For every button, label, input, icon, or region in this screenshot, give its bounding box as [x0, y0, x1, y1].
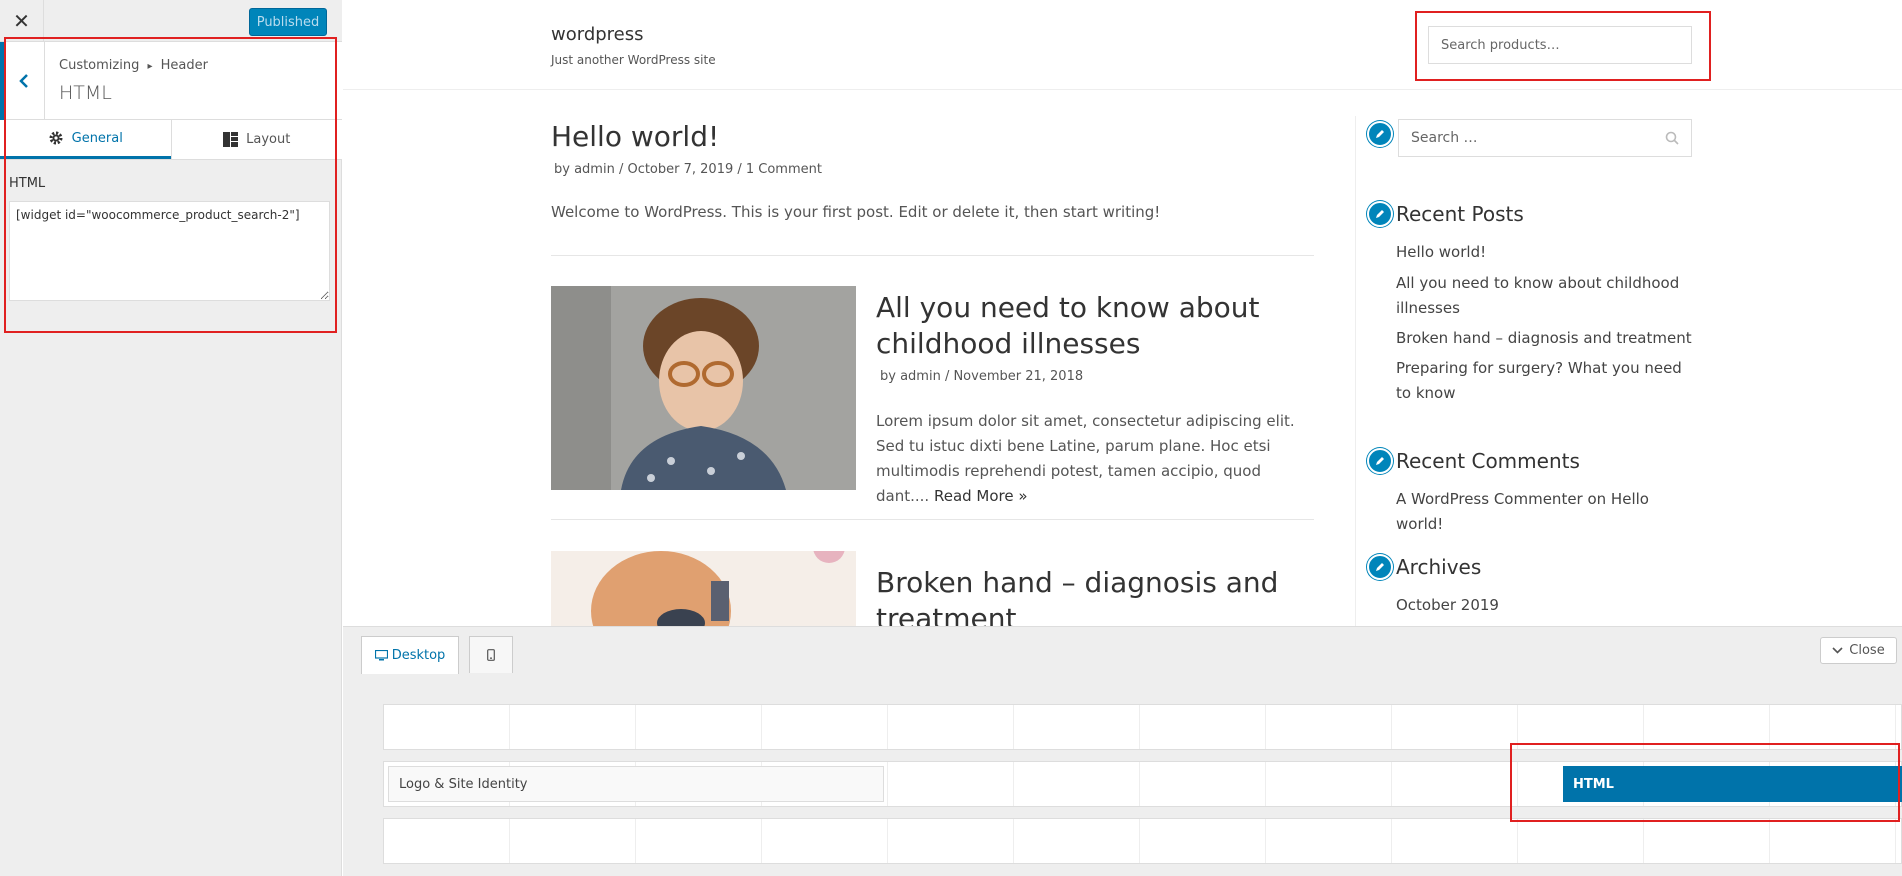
post-title[interactable]: All you need to know about childhood ill… — [876, 290, 1296, 362]
read-more-link[interactable]: Read More » — [934, 487, 1028, 505]
post-excerpt: Welcome to WordPress. This is your first… — [551, 203, 1161, 221]
edit-pencil-icon[interactable] — [1367, 448, 1393, 474]
recent-post-link[interactable]: Hello world! — [1396, 240, 1696, 265]
site-tagline: Just another WordPress site — [551, 53, 716, 67]
post-meta: by admin / October 7, 2019 / 1 Comment — [554, 162, 822, 177]
recent-post-link[interactable]: Preparing for surgery? What you need to … — [1396, 356, 1696, 406]
doctor-photo — [551, 551, 856, 626]
post-title[interactable]: Broken hand – diagnosis and treatment — [876, 565, 1296, 626]
post-excerpt: Lorem ipsum dolor sit amet, consectetur … — [876, 409, 1306, 509]
customizer-header: ✕ Published — [0, 0, 342, 42]
desktop-icon — [374, 650, 388, 661]
sidebar-search-placeholder: Search … — [1411, 130, 1478, 146]
widget-title-archives: Archives — [1396, 555, 1482, 579]
recent-post-link[interactable]: Broken hand – diagnosis and treatment — [1396, 326, 1696, 351]
child-photo — [551, 286, 856, 490]
post-title[interactable]: Hello world! — [551, 120, 719, 153]
edit-pencil-icon[interactable] — [1367, 121, 1393, 147]
content-sidebar-divider — [1355, 116, 1356, 626]
header-divider — [343, 89, 1902, 90]
widget-title-recent-comments: Recent Comments — [1396, 449, 1580, 473]
tab-mobile[interactable] — [469, 636, 513, 673]
post-thumbnail[interactable] — [551, 551, 856, 626]
archive-link[interactable]: October 2019 — [1396, 593, 1696, 618]
post-divider — [551, 519, 1314, 520]
post-thumbnail[interactable] — [551, 286, 856, 490]
chevron-down-icon — [1832, 647, 1843, 654]
close-builder-label: Close — [1849, 643, 1885, 658]
device-tabs: Desktop — [361, 636, 513, 674]
site-preview: wordpress Just another WordPress site Se… — [343, 0, 1902, 626]
edit-pencil-icon[interactable] — [1367, 201, 1393, 227]
close-icon[interactable]: ✕ — [0, 0, 44, 42]
mobile-icon — [487, 649, 495, 661]
edit-pencil-icon[interactable] — [1367, 554, 1393, 580]
post-meta: by admin / November 21, 2018 — [880, 369, 1084, 384]
highlight-box-html-item — [1510, 743, 1900, 822]
recent-post-link[interactable]: All you need to know about childhood ill… — [1396, 271, 1696, 321]
publish-button[interactable]: Published — [249, 8, 327, 36]
builder-row-bottom[interactable] — [383, 818, 1902, 864]
tab-desktop[interactable]: Desktop — [361, 636, 459, 674]
builder-item-logo[interactable]: Logo & Site Identity — [388, 766, 884, 802]
close-builder-button[interactable]: Close — [1820, 637, 1897, 664]
highlight-box-header-search — [1415, 11, 1711, 81]
tab-desktop-label: Desktop — [391, 648, 446, 663]
highlight-box-sidebar — [4, 37, 337, 333]
post-divider — [551, 255, 1314, 256]
sidebar-search-input[interactable]: Search … — [1398, 119, 1692, 157]
search-icon[interactable] — [1665, 131, 1679, 145]
widget-title-recent-posts: Recent Posts — [1396, 202, 1524, 226]
site-title[interactable]: wordpress — [551, 24, 644, 45]
recent-comment-link[interactable]: A WordPress Commenter on Hello world! — [1396, 487, 1696, 537]
